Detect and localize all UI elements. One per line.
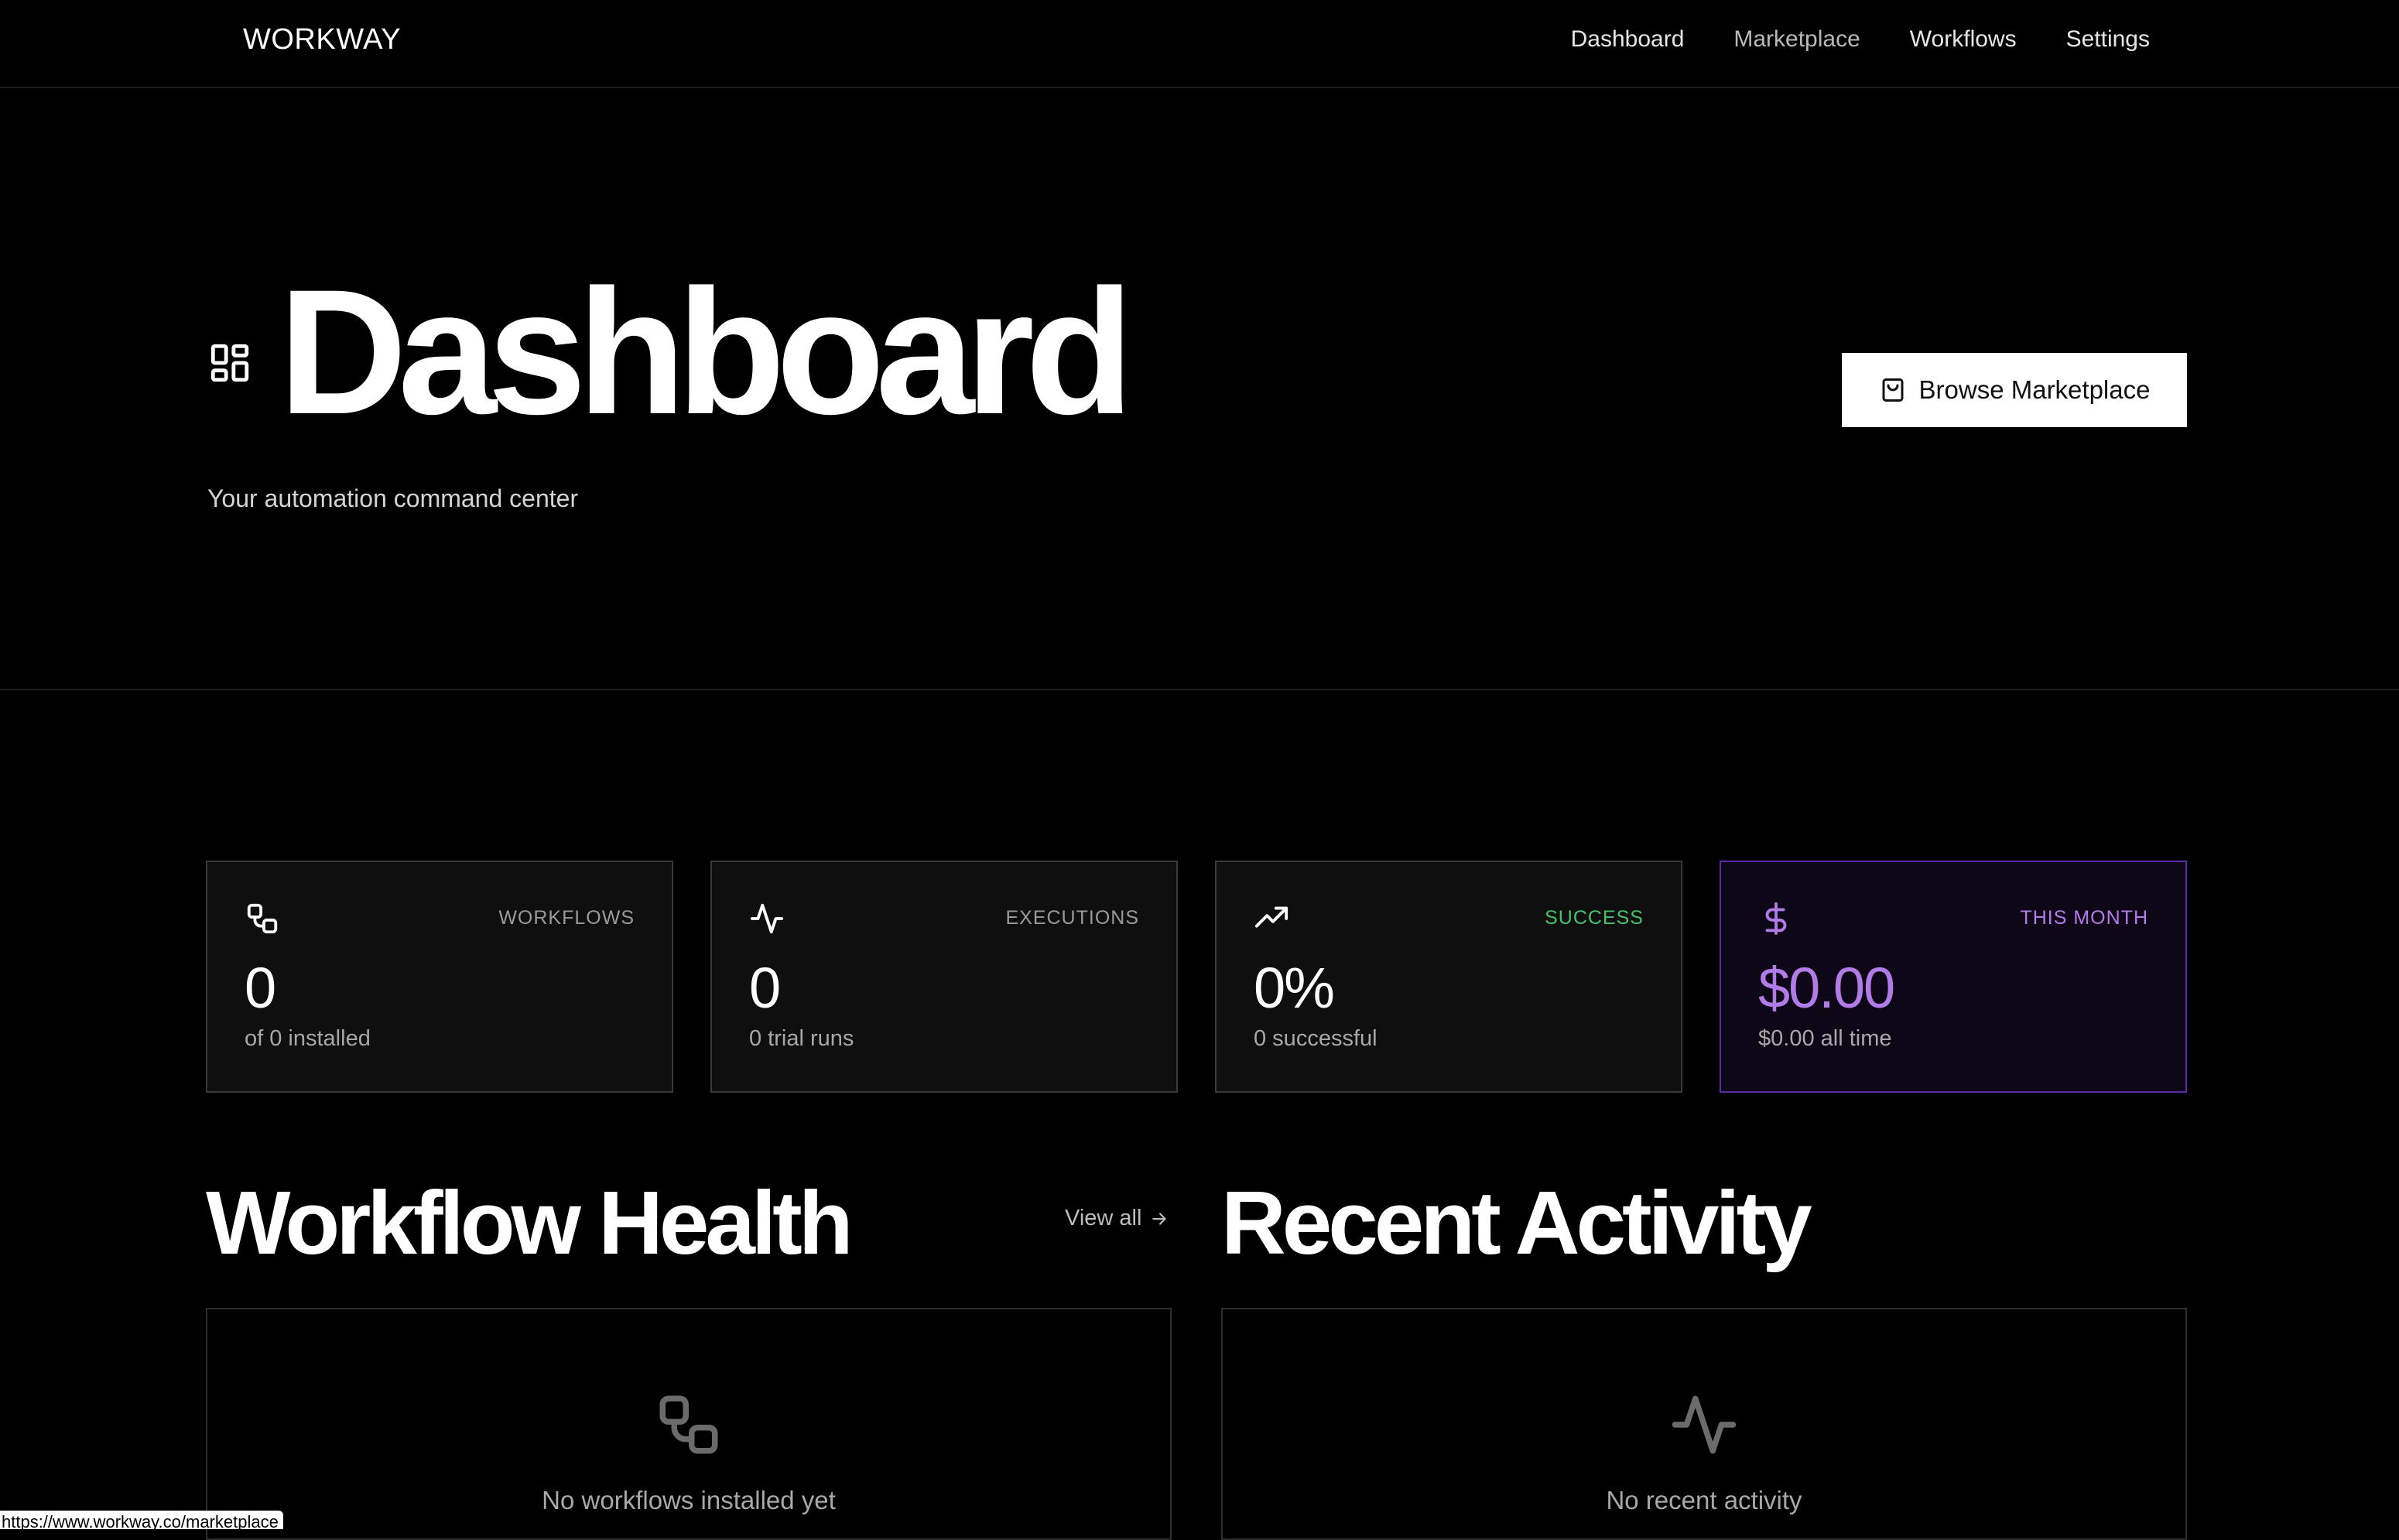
recent-activity-title: Recent Activity — [1221, 1172, 1812, 1273]
workway-logo[interactable]: WORKWAY — [243, 23, 401, 56]
top-navigation: WORKWAY Dashboard Marketplace Workflows … — [0, 0, 2399, 88]
stat-card-executions: EXECUTIONS 0 0 trial runs — [710, 861, 1178, 1093]
workflow-icon — [247, 903, 278, 934]
page-title: Dashboard — [279, 252, 1134, 451]
dashboard-grid-icon — [210, 344, 249, 382]
browse-marketplace-label: Browse Marketplace — [1918, 375, 2151, 404]
shopping-bag-icon — [1882, 378, 1904, 402]
hero-section: Dashboard Your automation command center… — [0, 88, 2399, 690]
nav-links: Dashboard Marketplace Workflows Settings — [1571, 26, 2150, 53]
stat-subtext: of 0 installed — [245, 1026, 371, 1051]
page-subtitle: Your automation command center — [207, 484, 579, 512]
nav-link-dashboard[interactable]: Dashboard — [1571, 26, 1685, 53]
stat-card-workflows: WORKFLOWS 0 of 0 installed — [206, 861, 673, 1093]
workflow-icon — [659, 1395, 718, 1454]
nav-link-settings[interactable]: Settings — [2066, 26, 2150, 53]
trending-up-icon — [1254, 906, 1288, 928]
activity-icon — [750, 903, 784, 934]
stat-card-success: SUCCESS 0% 0 successful — [1215, 861, 1682, 1093]
stat-label: THIS MONTH — [2020, 907, 2148, 929]
recent-activity-empty-text: No recent activity — [1606, 1486, 1802, 1514]
view-all-label: View all — [1065, 1206, 1142, 1230]
stat-value: 0 — [749, 956, 781, 1020]
workflow-health-panel: No workflows installed yet — [206, 1308, 1172, 1540]
dollar-icon — [1765, 902, 1787, 936]
nav-link-workflows[interactable]: Workflows — [1910, 26, 2017, 53]
workflow-health-title: Workflow Health — [206, 1172, 854, 1273]
stat-value: 0% — [1254, 956, 1335, 1020]
stat-subtext: 0 trial runs — [749, 1026, 854, 1051]
view-all-link[interactable]: View all — [1065, 1206, 1169, 1231]
recent-activity-panel: No recent activity — [1221, 1308, 2187, 1540]
stat-subtext: $0.00 all time — [1758, 1026, 1892, 1051]
workflow-health-empty-text: No workflows installed yet — [542, 1486, 836, 1514]
arrow-right-icon — [1152, 1212, 1167, 1225]
stat-subtext: 0 successful — [1254, 1026, 1377, 1051]
activity-icon — [1672, 1395, 1737, 1454]
stat-value: 0 — [245, 956, 276, 1020]
stat-value: $0.00 — [1758, 956, 1895, 1020]
stat-label: SUCCESS — [1545, 907, 1644, 929]
stats-row: WORKFLOWS 0 of 0 installed EXECUTIONS 0 … — [206, 861, 2187, 1093]
nav-link-marketplace[interactable]: Marketplace — [1733, 26, 1860, 53]
stat-label: WORKFLOWS — [498, 907, 635, 929]
stat-card-this-month: THIS MONTH $0.00 $0.00 all time — [1720, 861, 2187, 1093]
stat-label: EXECUTIONS — [1005, 907, 1139, 929]
browse-marketplace-button[interactable]: Browse Marketplace — [1842, 353, 2187, 427]
link-hover-status-bar: https://www.workway.co/marketplace — [0, 1511, 283, 1531]
